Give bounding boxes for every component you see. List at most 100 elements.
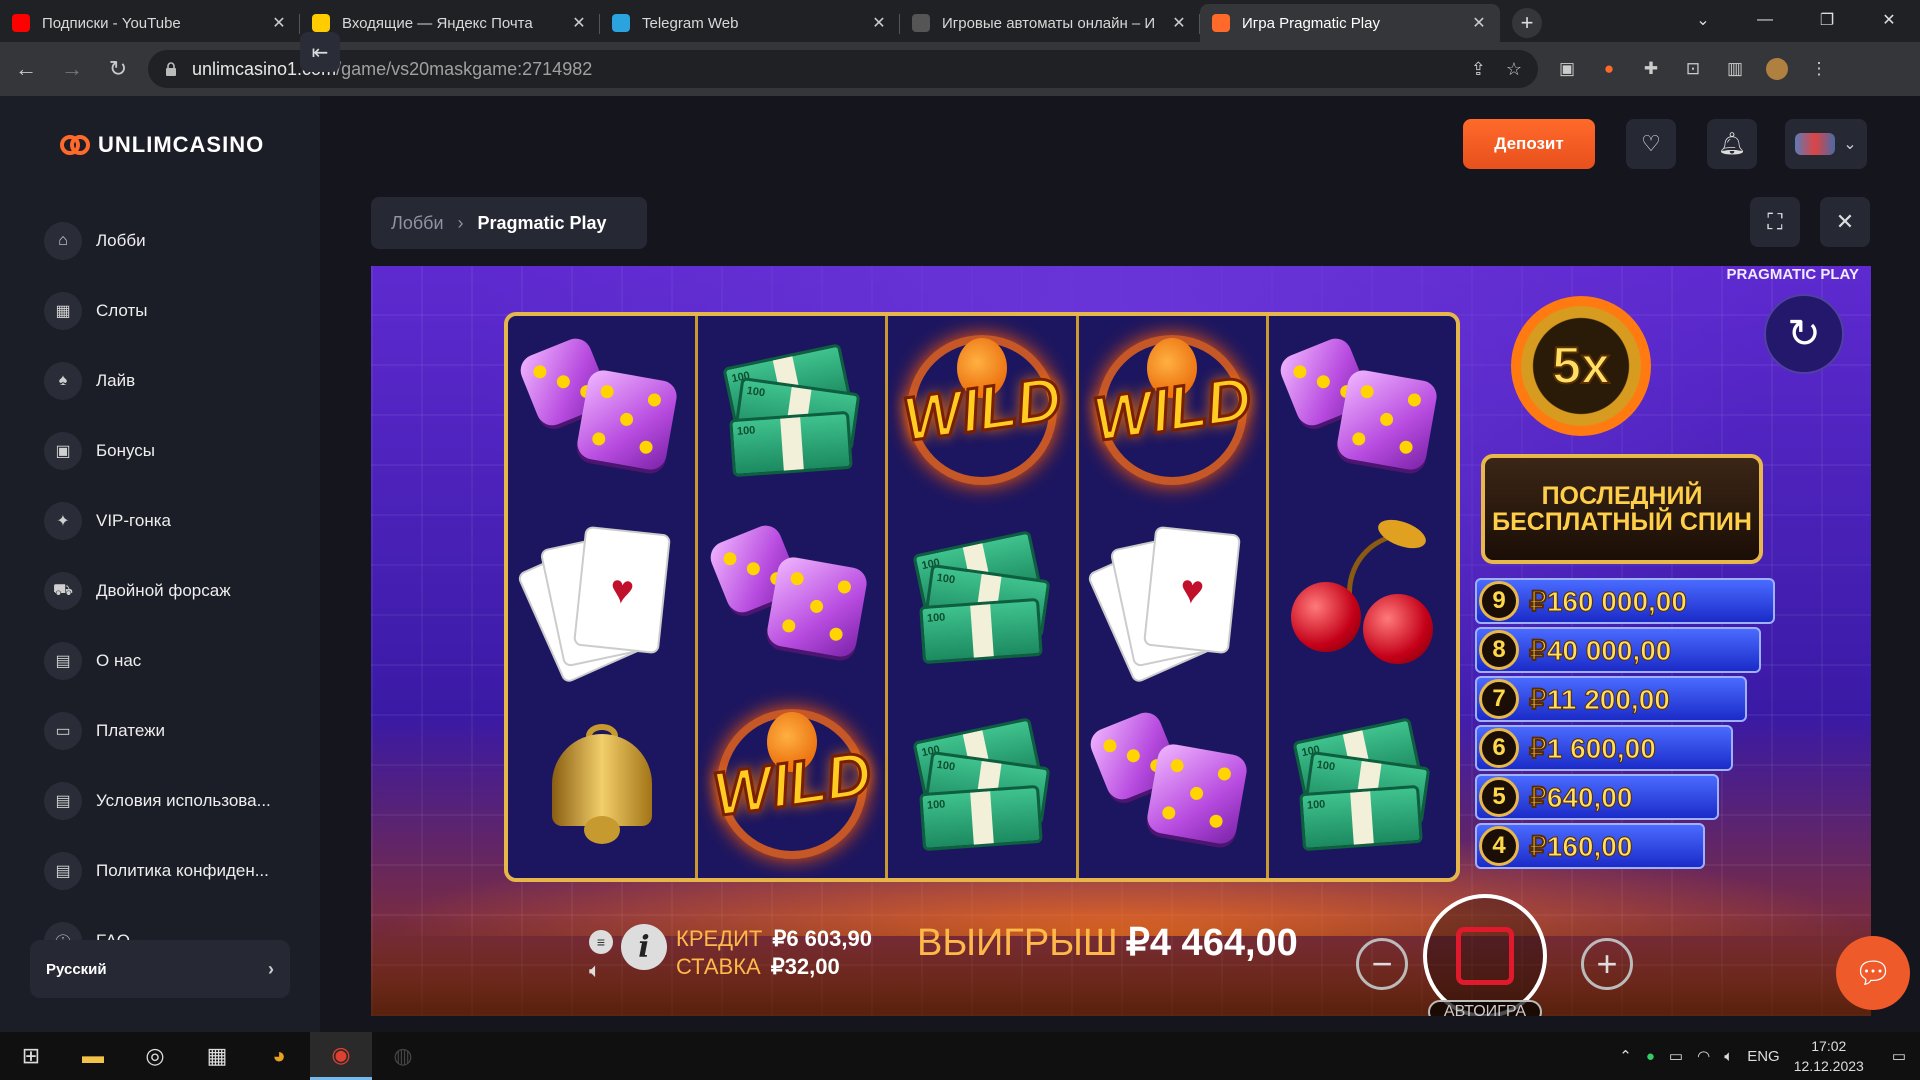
back-icon[interactable]: ← xyxy=(6,49,46,89)
dice-symbol xyxy=(705,520,869,662)
media-player-icon[interactable]: ◎ xyxy=(124,1032,186,1080)
favorites-heart-icon[interactable]: ♡ xyxy=(1626,119,1676,169)
sidebar-item[interactable]: ⛟ Двойной форсаж xyxy=(44,556,271,626)
car-icon: ⛟ xyxy=(44,572,82,610)
volume-icon[interactable]: 🔈︎ xyxy=(1724,1048,1733,1065)
notifications-icon[interactable]: ▭ xyxy=(1892,1047,1906,1065)
sidebar-item[interactable]: ✦ VIP-гонка xyxy=(44,486,271,556)
profile-avatar[interactable] xyxy=(1766,58,1788,80)
live-chat-button[interactable]: 💬︎ xyxy=(1836,936,1910,1010)
app-icon[interactable]: ◍ xyxy=(372,1032,434,1080)
browser-tab[interactable]: Игровые автоматы онлайн – И ✕ xyxy=(900,4,1200,42)
close-tab-icon[interactable]: ✕ xyxy=(1470,13,1488,33)
site-logo[interactable]: UNLIMCASINO xyxy=(60,132,264,158)
playing-card: ♥ xyxy=(1143,525,1242,655)
cast-icon[interactable]: ⊡ xyxy=(1682,58,1704,80)
deposit-button[interactable]: Депозит xyxy=(1463,119,1595,169)
bill-number: 100 xyxy=(1316,759,1337,774)
minimize-icon[interactable]: — xyxy=(1734,0,1796,40)
close-tab-icon[interactable]: ✕ xyxy=(1170,13,1188,33)
home-icon: ⌂ xyxy=(44,222,82,260)
language-selector[interactable]: Русский › xyxy=(30,940,290,998)
calculator-icon[interactable]: ▦ xyxy=(186,1032,248,1080)
chrome-icon[interactable]: ◉ xyxy=(310,1032,372,1080)
info-icon[interactable]: i xyxy=(621,924,667,970)
lock-icon xyxy=(166,62,176,76)
die-pip xyxy=(1101,737,1119,755)
notifications-bell-icon[interactable]: 🔔︎ xyxy=(1707,119,1757,169)
reel-cell xyxy=(508,316,695,503)
tab-favicon-icon xyxy=(1212,14,1230,32)
language-indicator[interactable]: ENG xyxy=(1747,1048,1780,1065)
fullscreen-icon[interactable]: ⛶ xyxy=(1750,197,1800,247)
die-pip xyxy=(646,392,662,408)
forward-icon[interactable]: → xyxy=(52,49,92,89)
close-tab-icon[interactable]: ✕ xyxy=(570,13,588,33)
breadcrumb-lobby[interactable]: Лобби xyxy=(391,213,444,234)
collapse-sidebar-button[interactable]: ⇤ xyxy=(300,32,340,72)
increase-bet-button[interactable]: + xyxy=(1581,938,1633,990)
bill-number: 100 xyxy=(935,571,956,587)
share-icon[interactable]: ⇪ xyxy=(1471,59,1486,80)
slot-reels: ♥♥♥100100100WILDWILD100100100100100100WI… xyxy=(504,312,1460,882)
prize-ladder-row: 6 ₽1 600,00 xyxy=(1475,725,1733,771)
sidepanel-icon[interactable]: ▥ xyxy=(1724,58,1746,80)
chevron-right-icon: › xyxy=(457,212,464,233)
close-tab-icon[interactable]: ✕ xyxy=(870,13,888,33)
spin-stop-button[interactable] xyxy=(1423,894,1547,1016)
tab-title: Подписки - YouTube xyxy=(42,14,181,32)
close-game-icon[interactable]: ✕ xyxy=(1820,197,1870,247)
user-menu-button[interactable]: ⌄ xyxy=(1785,119,1867,169)
tab-search-icon[interactable]: ⌄ xyxy=(1672,0,1734,40)
replay-icon[interactable]: ↻ xyxy=(1764,294,1844,374)
extension-icon[interactable]: ● xyxy=(1598,58,1620,80)
dice-symbol xyxy=(1276,333,1440,475)
wifi-icon[interactable]: ◠ xyxy=(1697,1047,1710,1065)
new-tab-button[interactable]: + xyxy=(1512,8,1542,38)
sidebar-item[interactable]: ♠ Лайв xyxy=(44,346,271,416)
bill-band xyxy=(970,791,994,845)
game-menu-icon[interactable]: ≡ xyxy=(589,930,613,954)
browser-tab[interactable]: Telegram Web ✕ xyxy=(600,4,900,42)
bill-number: 100 xyxy=(926,611,946,625)
browser-menu-icon[interactable]: ⋮ xyxy=(1808,58,1830,80)
tray-app-icon[interactable]: ● xyxy=(1646,1048,1655,1065)
browser-tab[interactable]: Игра Pragmatic Play ✕ xyxy=(1200,4,1500,42)
prize-ladder-row: 5 ₽640,00 xyxy=(1475,774,1719,820)
chevron-up-icon[interactable]: ⌃ xyxy=(1619,1047,1632,1065)
playing-card: ♥ xyxy=(572,525,671,655)
reload-icon[interactable]: ↻ xyxy=(98,49,138,89)
decrease-bet-button[interactable]: − xyxy=(1356,938,1408,990)
autoplay-button[interactable]: АВТОИГРА xyxy=(1428,1000,1542,1016)
app-icon[interactable]: ◕ xyxy=(248,1032,310,1080)
windows-start-icon[interactable]: ⊞ xyxy=(0,1032,62,1080)
sidebar-item[interactable]: ▤ О нас xyxy=(44,626,271,696)
close-tab-icon[interactable]: ✕ xyxy=(270,13,288,33)
sidebar-item[interactable]: ▤ Условия использова... xyxy=(44,766,271,836)
close-window-icon[interactable]: ✕ xyxy=(1858,0,1920,40)
extension-icon[interactable]: ▣ xyxy=(1556,58,1578,80)
sidebar-item-label: Бонусы xyxy=(96,441,156,460)
sidebar-item[interactable]: ▭ Платежи xyxy=(44,696,271,766)
die-pip xyxy=(1315,372,1333,390)
file-explorer-icon[interactable]: ▬ xyxy=(62,1032,124,1080)
bookmark-star-icon[interactable]: ☆ xyxy=(1506,59,1522,80)
battery-icon[interactable]: ▭ xyxy=(1669,1047,1683,1065)
reel-cell: 100 100 100 xyxy=(888,503,1075,690)
browser-tab[interactable]: Подписки - YouTube ✕ xyxy=(0,4,300,42)
restore-icon[interactable]: ❐ xyxy=(1796,0,1858,40)
die-pip xyxy=(836,579,852,595)
sidebar-item[interactable]: ▤ Политика конфиден... xyxy=(44,836,271,906)
browser-tab[interactable]: Входящие — Яндекс Почта ✕ xyxy=(300,4,600,42)
reel-cell: WILD xyxy=(1079,316,1266,503)
tab-title: Telegram Web xyxy=(642,14,739,32)
bill-number: 100 xyxy=(926,798,946,813)
sidebar-item[interactable]: ⌂ Лобби xyxy=(44,206,271,276)
puzzle-icon[interactable]: ✚ xyxy=(1640,58,1662,80)
sound-icon[interactable]: 🔈︎ xyxy=(589,960,601,983)
sidebar-item[interactable]: ▣ Бонусы xyxy=(44,416,271,486)
url-field[interactable]: unlimcasino1.com/game/vs20maskgame:27149… xyxy=(148,50,1538,88)
sidebar-item[interactable]: ▦ Слоты xyxy=(44,276,271,346)
clock[interactable]: 17:02 12.12.2023 xyxy=(1794,1036,1864,1076)
game-frame[interactable]: PRAGMATIC PLAY ↻ ♥♥♥100100100WILDWILD100… xyxy=(371,266,1871,1016)
